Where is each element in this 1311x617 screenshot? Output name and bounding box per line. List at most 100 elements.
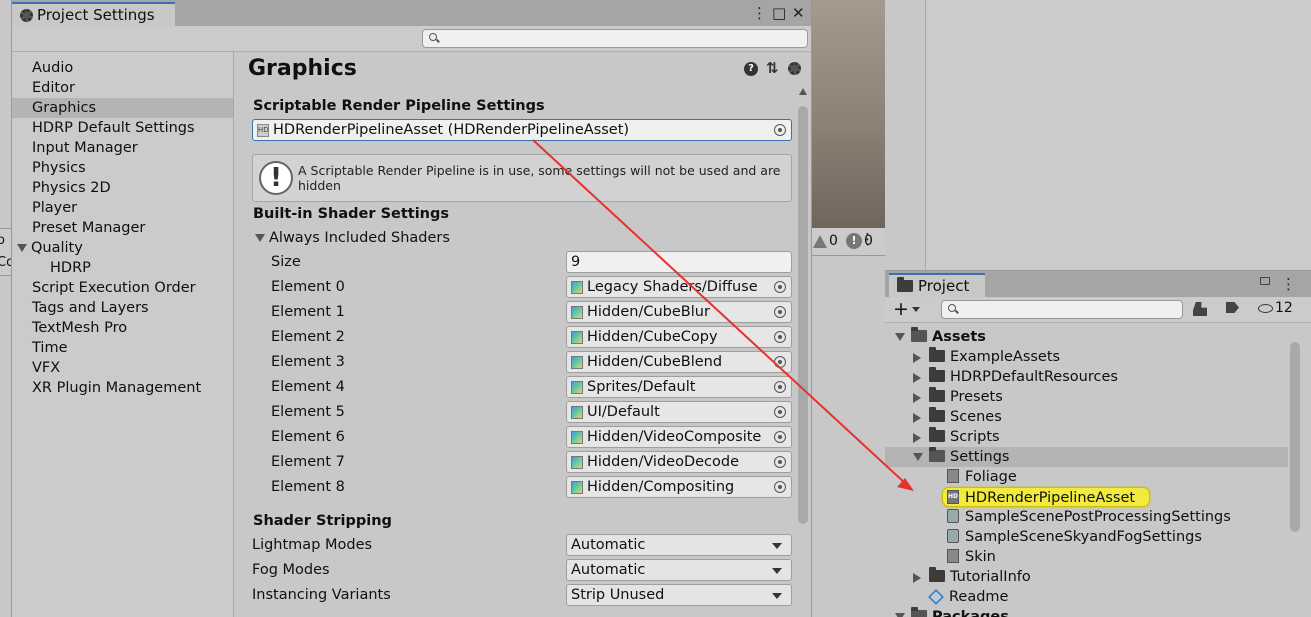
scrollbar-thumb[interactable] [798, 106, 808, 524]
tree-item-readme[interactable]: Readme [928, 587, 1008, 607]
nav-item-script-execution-order[interactable]: Script Execution Order [12, 278, 233, 298]
console-menu-icon[interactable]: ⋮ [860, 230, 875, 248]
object-picker-icon[interactable] [774, 124, 786, 136]
object-picker-icon[interactable] [774, 481, 786, 493]
chevron-right-icon[interactable] [913, 433, 921, 443]
shader-field[interactable]: Hidden/CubeBlend [566, 351, 792, 373]
nav-item-vfx[interactable]: VFX [12, 358, 233, 378]
nav-item-graphics[interactable]: Graphics [12, 98, 233, 118]
instancing-variants-dropdown[interactable]: Strip Unused [566, 584, 792, 606]
settings-search-input[interactable] [422, 29, 808, 48]
object-picker-icon[interactable] [774, 431, 786, 443]
tab-project-settings[interactable]: Project Settings [12, 2, 175, 26]
hd-asset-icon: HD [257, 123, 269, 137]
tree-item-foliage[interactable]: Foliage [947, 467, 1017, 487]
shader-icon [571, 305, 583, 319]
tree-item-scripts[interactable]: Scripts [913, 427, 1000, 447]
chevron-right-icon[interactable] [913, 573, 921, 583]
tree-item-presets[interactable]: Presets [913, 387, 1003, 407]
nav-item-textmesh-pro[interactable]: TextMesh Pro [12, 318, 233, 338]
nav-item-hdrp-default-settings[interactable]: HDRP Default Settings [12, 118, 233, 138]
tree-item-packages[interactable]: Packages [895, 607, 1009, 617]
project-search-input[interactable] [941, 300, 1183, 319]
preset-icon[interactable]: ⇅ [766, 59, 779, 77]
shader-icon [571, 430, 583, 444]
tree-item-skin[interactable]: Skin [947, 547, 996, 567]
vertical-scrollbar[interactable] [796, 84, 810, 617]
tree-item-tutorialinfo[interactable]: TutorialInfo [913, 567, 1031, 587]
object-picker-icon[interactable] [774, 356, 786, 368]
hidden-packages-toggle[interactable]: 12 [1258, 300, 1293, 316]
shader-field[interactable]: Legacy Shaders/Diffuse [566, 276, 792, 298]
chevron-down-icon[interactable] [895, 333, 905, 341]
chevron-down-icon [772, 543, 782, 549]
nav-item-audio[interactable]: Audio [12, 58, 233, 78]
tree-item-exampleassets[interactable]: ExampleAssets [913, 347, 1060, 367]
close-icon[interactable]: ✕ [792, 4, 805, 22]
warning-count[interactable]: 0 [813, 231, 838, 251]
tree-item-samplesceneskyandfogsettings[interactable]: SampleSceneSkyandFogSettings [947, 527, 1202, 547]
shader-field[interactable]: Hidden/VideoDecode [566, 451, 792, 473]
nav-item-xr-plugin-management[interactable]: XR Plugin Management [12, 378, 233, 398]
lock-icon[interactable] [1260, 277, 1270, 285]
lightmap-modes-dropdown[interactable]: Automatic [566, 534, 792, 556]
chevron-right-icon[interactable] [913, 373, 921, 383]
shader-field[interactable]: Hidden/CubeCopy [566, 326, 792, 348]
tree-item-scenes[interactable]: Scenes [913, 407, 1002, 427]
filter-by-type-icon[interactable] [1193, 302, 1207, 316]
scrollbar-thumb[interactable] [1290, 342, 1300, 532]
nav-item-input-manager[interactable]: Input Manager [12, 138, 233, 158]
tree-item-samplescenepostprocessingsettings[interactable]: SampleScenePostProcessingSettings [947, 507, 1231, 527]
tree-item-hdrenderpipelineasset[interactable]: HD HDRenderPipelineAsset [942, 487, 1151, 507]
object-picker-icon[interactable] [774, 406, 786, 418]
tree-item-assets[interactable]: Assets [895, 327, 986, 347]
tab-project[interactable]: Project [889, 273, 985, 297]
nav-item-physics-2d[interactable]: Physics 2D [12, 178, 233, 198]
chevron-down-icon[interactable] [913, 453, 923, 461]
shader-field[interactable]: Hidden/CubeBlur [566, 301, 792, 323]
shader-field[interactable]: UI/Default [566, 401, 792, 423]
nav-item-quality[interactable]: Quality [12, 238, 233, 258]
nav-item-physics[interactable]: Physics [12, 158, 233, 178]
filter-by-label-icon[interactable] [1226, 302, 1239, 313]
nav-item-tags-and-layers[interactable]: Tags and Layers [12, 298, 233, 318]
always-included-foldout[interactable]: Always Included Shaders [255, 230, 450, 246]
chevron-right-icon[interactable] [913, 353, 921, 363]
scene-view[interactable] [812, 0, 885, 228]
object-picker-icon[interactable] [774, 381, 786, 393]
tree-item-settings[interactable]: Settings [913, 447, 1009, 467]
project-menu-icon[interactable]: ⋮ [1281, 275, 1296, 293]
shader-field[interactable]: Hidden/Compositing [566, 476, 792, 498]
chevron-right-icon[interactable] [913, 393, 921, 403]
fog-modes-dropdown[interactable]: Automatic [566, 559, 792, 581]
help-icon[interactable]: ? [744, 62, 758, 76]
nav-item-preset-manager[interactable]: Preset Manager [12, 218, 233, 238]
chevron-right-icon[interactable] [913, 413, 921, 423]
maximize-icon[interactable]: □ [772, 4, 786, 22]
element-label: Element 6 [271, 429, 345, 445]
tree-item-hdrpdefaultresources[interactable]: HDRPDefaultResources [913, 367, 1118, 387]
nav-item-editor[interactable]: Editor [12, 78, 233, 98]
search-icon [429, 33, 437, 41]
project-scrollbar[interactable] [1288, 327, 1302, 617]
object-picker-icon[interactable] [774, 306, 786, 318]
render-pipeline-asset-field[interactable]: HD HDRenderPipelineAsset (HDRenderPipeli… [252, 119, 792, 141]
object-picker-icon[interactable] [774, 456, 786, 468]
folder-icon [929, 407, 945, 422]
object-picker-icon[interactable] [774, 281, 786, 293]
add-button[interactable]: + [893, 299, 920, 319]
chevron-down-icon[interactable] [895, 613, 905, 617]
object-picker-icon[interactable] [774, 331, 786, 343]
settings-gear-icon[interactable] [788, 62, 801, 75]
nav-item-hdrp[interactable]: HDRP [12, 258, 233, 278]
shader-field[interactable]: Sprites/Default [566, 376, 792, 398]
shader-field[interactable]: Hidden/VideoComposite [566, 426, 792, 448]
settings-toolbar [12, 26, 811, 52]
size-input[interactable]: 9 [566, 251, 792, 273]
folder-icon [911, 327, 927, 342]
scroll-up-icon[interactable] [799, 88, 807, 95]
chevron-down-icon[interactable] [17, 244, 27, 252]
nav-item-player[interactable]: Player [12, 198, 233, 218]
window-menu-icon[interactable]: ⋮ [752, 4, 767, 22]
nav-item-time[interactable]: Time [12, 338, 233, 358]
